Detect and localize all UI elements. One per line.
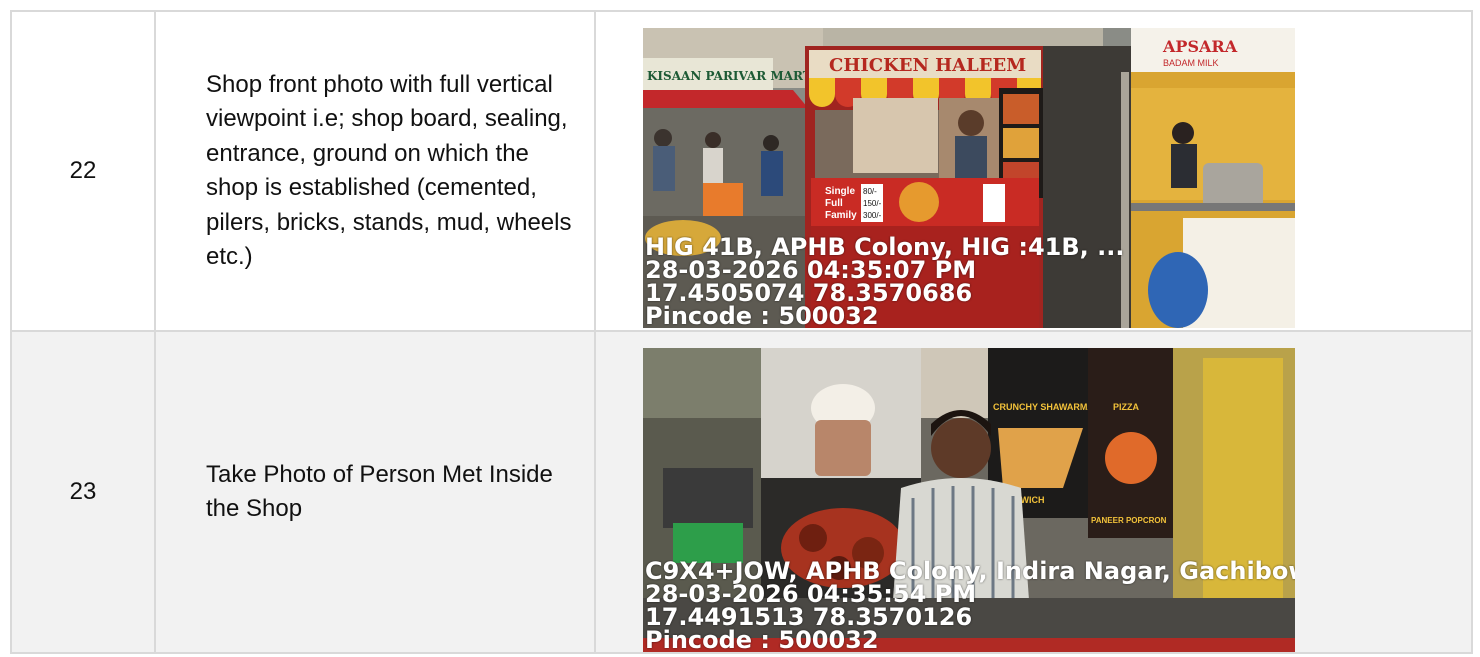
photo-cell: CRUNCHY SHAWARMA SANDWICH PIZZA PANEER P… (594, 330, 1473, 654)
price-single: 80/- (863, 187, 877, 196)
price-full: 150/- (863, 199, 882, 208)
menu-family: Family (825, 210, 857, 221)
shop-front-photo: KISAAN PARIVAR MART CHICKEN HALEEM Singl… (643, 28, 1295, 328)
stall-banner-text: CHICKEN HALEEM (829, 55, 1026, 76)
checklist-table: 22 Shop front photo with full vertical v… (10, 10, 1473, 654)
poster-popcorn: PANEER POPCRON (1091, 516, 1167, 525)
apsara-sub: BADAM MILK (1163, 58, 1219, 68)
description-text: Shop front photo with full vertical view… (206, 70, 572, 271)
price-family: 300/- (863, 211, 882, 220)
description-text: Take Photo of Person Met Inside the Shop (206, 460, 553, 523)
poster-pizza: PIZZA (1113, 402, 1139, 412)
person-met-photo: CRUNCHY SHAWARMA SANDWICH PIZZA PANEER P… (643, 348, 1295, 652)
menu-single: Single (825, 186, 855, 197)
geotag-pincode: Pincode : 500032 (645, 626, 879, 652)
apsara-brand: APSARA (1162, 37, 1238, 56)
row-number: 22 (10, 10, 156, 332)
row-number: 23 (10, 330, 156, 654)
table-row: 23 Take Photo of Person Met Inside the S… (10, 330, 1473, 654)
poster-shawarma: CRUNCHY SHAWARMA (993, 402, 1094, 412)
geotag-overlay: HIG 41B, APHB Colony, HIG :41B, ... 28-0… (643, 236, 1295, 328)
store-sign-text: KISAAN PARIVAR MART (647, 69, 812, 83)
geotag-overlay: C9X4+JOW, APHB Colony, Indira Nagar, Gac… (643, 560, 1295, 652)
geotag-pincode: Pincode : 500032 (645, 302, 879, 328)
row-description: Shop front photo with full vertical view… (154, 10, 596, 332)
row-description: Take Photo of Person Met Inside the Shop (154, 330, 596, 654)
menu-full: Full (825, 198, 843, 209)
table-row: 22 Shop front photo with full vertical v… (10, 10, 1473, 332)
photo-cell: KISAAN PARIVAR MART CHICKEN HALEEM Singl… (594, 10, 1473, 332)
